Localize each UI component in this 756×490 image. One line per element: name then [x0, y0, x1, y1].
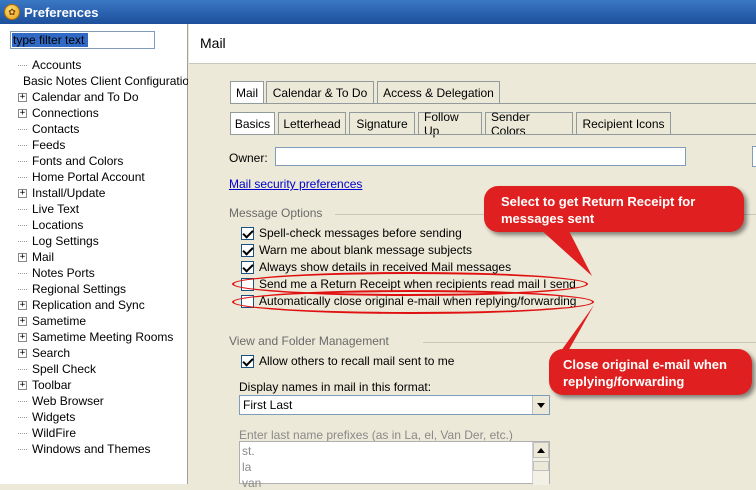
auto-close-callout: Close original e-mail when replying/forw… [549, 349, 752, 395]
callout-pointers [540, 229, 594, 378]
receipt-callout-tail [540, 229, 592, 276]
